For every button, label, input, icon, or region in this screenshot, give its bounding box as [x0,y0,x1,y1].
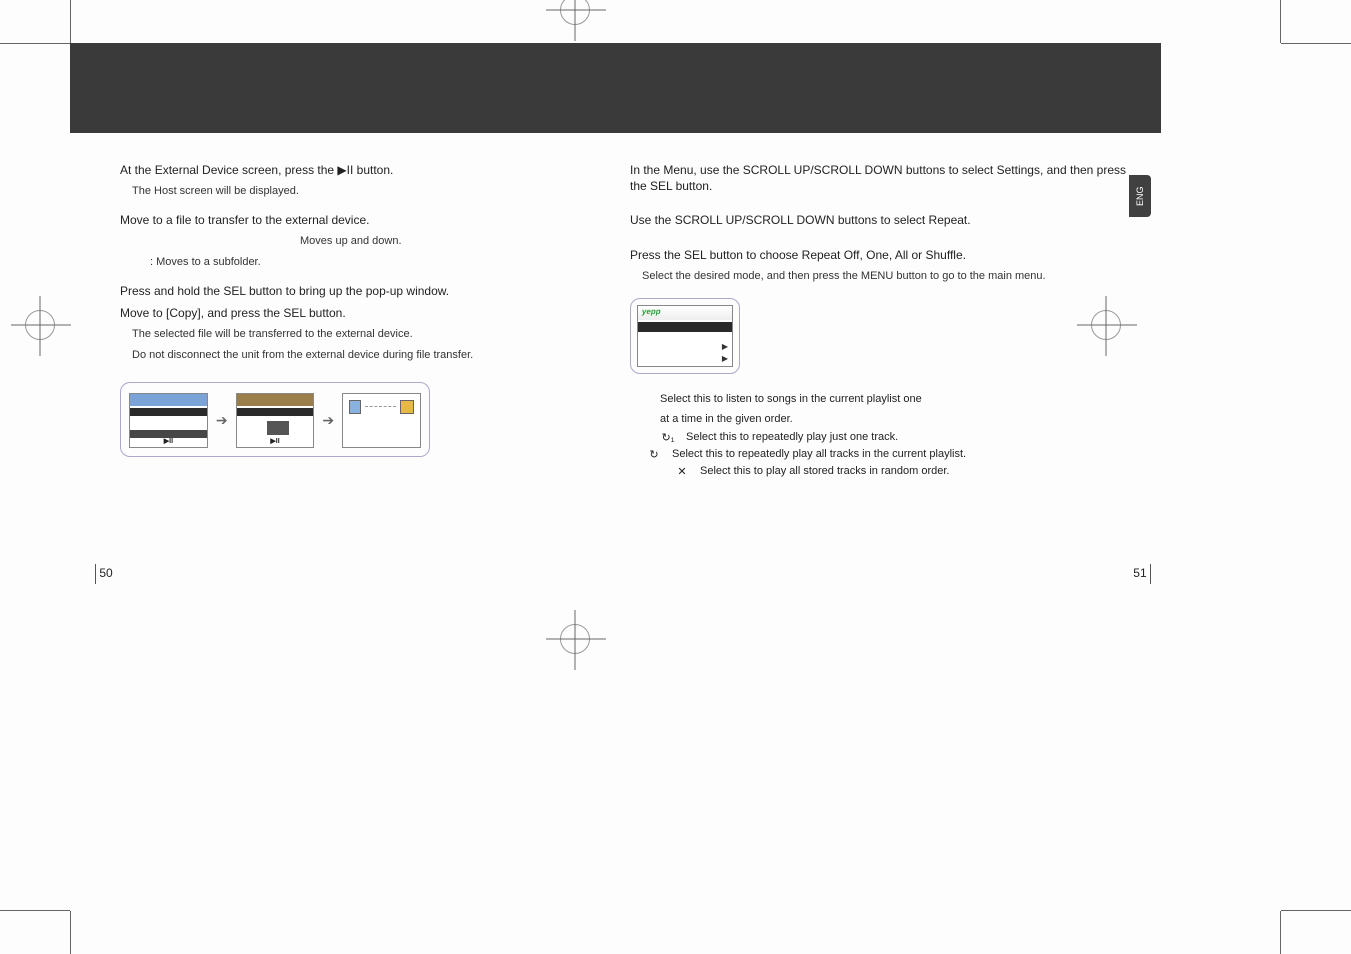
option-repeat-all: ↻ Select this to repeatedly play all tra… [646,448,1130,461]
step-2-sub1: Moves up and down. [300,234,620,249]
step-3-sub2: Do not disconnect the unit from the exte… [132,348,620,363]
option-shuffle: ✕ Select this to play all stored tracks … [674,465,1130,478]
page-number-left: 50 [95,564,113,584]
page-tick [95,564,96,584]
arrow-icon: ➔ [322,412,334,429]
screen-topbar [237,394,314,406]
option-off-line1: Select this to listen to songs in the cu… [660,392,1130,407]
step-3-line-a: Press and hold the SEL button to bring u… [120,283,620,299]
step-1-sub: The Host screen will be displayed. [132,184,620,199]
registration-mark [560,624,590,654]
device-screen-1: ▶II [129,393,208,448]
page-number-value: 51 [1133,566,1146,580]
device-screen-3 [342,393,421,448]
page-number-value: 50 [99,566,112,580]
shuffle-icon: ✕ [674,465,690,478]
step-3-sub1: The selected file will be transferred to… [132,327,620,342]
registration-mark [560,0,590,25]
option-repeat-one: ↻₁ Select this to repeatedly play just o… [660,431,1130,444]
panel-arrow-icon: ▶ [722,354,728,363]
device-screens-row: ▶II ➔ ▶II ➔ [120,382,430,457]
brand-logo: yepp [641,307,661,316]
step-2-sub2: : Moves to a subfolder. [150,255,620,270]
header-band [70,43,1161,133]
screen-popup [267,421,289,435]
repeat-one-icon: ↻₁ [660,431,676,444]
r-step-3-sub: Select the desired mode, and then press … [642,269,1130,284]
crop-mark [0,910,70,911]
step-1-line: At the External Device screen, press the… [120,163,393,177]
panel-arrow-icon: ▶ [722,342,728,351]
registration-mark [25,310,55,340]
crop-mark [1281,910,1351,911]
transfer-line [365,406,396,407]
r-step-1: In the Menu, use the SCROLL UP/SCROLL DO… [630,162,1130,194]
device-icon [349,400,361,414]
screen-topbar [130,394,207,406]
option-one-text: Select this to repeatedly play just one … [686,431,898,443]
device-screen-2: ▶II [236,393,315,448]
panel-top: yepp [638,306,732,320]
screen-row [130,408,207,416]
crop-mark [70,0,71,43]
crop-mark [0,43,70,44]
screen-row [237,408,314,416]
left-page: At the External Device screen, press the… [120,150,620,457]
settings-panel: yepp ▶ ▶ [637,305,733,367]
page-tick [1150,564,1151,584]
device-icon [400,400,414,414]
play-pause-icon: ▶II [270,437,279,445]
page-number-right: 51 [1133,564,1151,584]
option-all-text: Select this to repeatedly play all track… [672,448,966,460]
settings-panel-frame: yepp ▶ ▶ [630,298,740,374]
r-step-2: Use the SCROLL UP/SCROLL DOWN buttons to… [630,212,1130,228]
crop-mark [1281,43,1351,44]
step-2-text: Move to a file to transfer to the extern… [120,212,620,228]
option-shuffle-text: Select this to play all stored tracks in… [700,465,949,477]
repeat-all-icon: ↻ [646,448,662,461]
language-tab: ENG [1129,175,1151,217]
r-step-3: Press the SEL button to choose Repeat Of… [630,247,1130,263]
crop-mark [70,911,71,954]
panel-selected-row [638,322,732,332]
arrow-icon: ➔ [216,412,228,429]
option-off-line2: at a time in the given order. [660,412,1130,427]
crop-mark [1280,911,1281,954]
right-page: In the Menu, use the SCROLL UP/SCROLL DO… [630,150,1130,482]
step-3-line-b: Move to [Copy], and press the SEL button… [120,305,620,321]
play-pause-icon: ▶II [164,437,173,445]
crop-mark [1280,0,1281,43]
step-1-text: At the External Device screen, press the… [120,162,620,178]
